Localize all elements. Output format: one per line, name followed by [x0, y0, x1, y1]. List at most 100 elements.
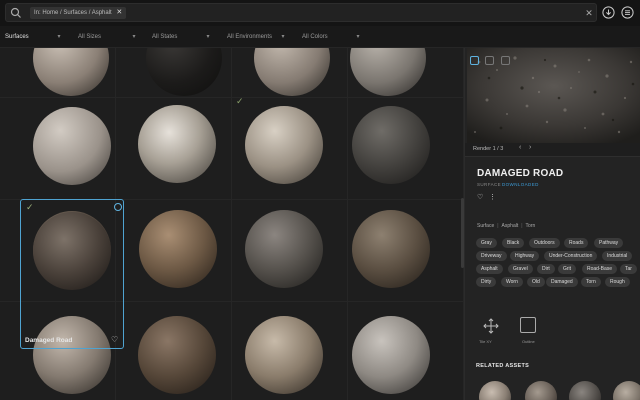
render-preview[interactable] [467, 48, 640, 143]
chevron-down-icon: ▾ [132, 34, 136, 40]
material-preview [352, 106, 430, 184]
asset-card[interactable] [348, 200, 464, 302]
tag-chip[interactable]: Rough [605, 277, 630, 287]
tag-chip[interactable]: Tar [620, 264, 637, 274]
tag-chip[interactable]: Gravel [508, 264, 533, 274]
asset-details-panel: Render 1 / 3 ‹ › DAMAGED ROAD SURFACE DO… [464, 48, 640, 400]
material-preview [245, 106, 323, 184]
tag-chip[interactable]: Worn [501, 277, 523, 287]
asset-card[interactable] [232, 302, 348, 400]
outline-square-icon[interactable] [520, 317, 536, 333]
chevron-down-icon: ▾ [206, 34, 210, 40]
material-preview [146, 48, 222, 96]
clear-search-button[interactable]: ✕ [583, 7, 595, 19]
tag-icon[interactable] [114, 203, 122, 211]
asset-title: DAMAGED ROAD [477, 168, 564, 179]
asset-card[interactable] [348, 48, 464, 98]
filter-environments-label: All Environments [227, 34, 273, 40]
asset-card[interactable]: ✓ [232, 96, 348, 200]
tag-chip[interactable]: Dirty [476, 277, 497, 287]
related-asset-thumbnail[interactable] [479, 381, 511, 400]
filter-category-label: Surfaces [5, 34, 29, 40]
search-icon [10, 7, 21, 18]
tag-chip[interactable]: Industrial [602, 251, 633, 261]
search-scope-label: In: Home / Surfaces / Asphalt [34, 10, 112, 16]
tile-label: Tile XY [479, 339, 492, 344]
filter-colors-label: All Colors [302, 34, 328, 40]
asset-card[interactable] [348, 98, 464, 200]
asset-card[interactable] [232, 48, 348, 98]
filter-bar: Surfaces ▾ All Sizes ▾ All States ▾ All … [0, 26, 640, 48]
selected-asset-card[interactable]: ✓ Damaged Road ♡ [20, 199, 124, 349]
filter-sizes[interactable]: All Sizes ▾ [78, 26, 138, 48]
downloaded-link[interactable]: DOWNLOADED [502, 182, 539, 187]
material-preview [245, 316, 323, 394]
breadcrumb-separator: | [497, 223, 499, 229]
breadcrumb-item[interactable]: Torn [526, 223, 536, 229]
render-toolbar [470, 52, 512, 65]
heart-icon[interactable]: ♡ [477, 193, 483, 201]
top-bar: In: Home / Surfaces / Asphalt ✕ ✕ [0, 0, 640, 26]
related-asset-thumbnail[interactable] [613, 381, 640, 400]
downloaded-check-icon: ✓ [236, 96, 244, 106]
tag-chip[interactable]: Driveway [476, 251, 507, 261]
download-icon[interactable] [602, 6, 615, 19]
tag-chip[interactable]: Outdoors [529, 238, 560, 248]
tag-chip[interactable]: Dirt [537, 264, 555, 274]
asset-card[interactable] [232, 200, 348, 302]
asset-card[interactable] [348, 302, 464, 400]
cube-view-icon[interactable] [500, 56, 510, 65]
sphere-view-icon[interactable] [485, 56, 495, 65]
material-preview [350, 48, 426, 96]
material-preview [138, 316, 216, 394]
search-input[interactable]: In: Home / Surfaces / Asphalt ✕ ✕ [5, 3, 597, 22]
asset-card[interactable] [0, 98, 116, 200]
image-view-icon[interactable] [470, 56, 479, 65]
tag-chip[interactable]: Highway [510, 251, 540, 261]
tag-chip[interactable]: Under-Construction [544, 251, 598, 261]
render-counter: Render 1 / 3 [473, 146, 504, 152]
material-preview [33, 212, 111, 290]
menu-icon[interactable] [621, 6, 634, 19]
tag-chip[interactable]: Old [527, 277, 545, 287]
tag-chip[interactable]: Asphalt [476, 264, 503, 274]
asset-card[interactable] [116, 98, 232, 200]
filter-states-label: All States [152, 34, 178, 40]
material-preview [33, 48, 109, 96]
asset-card[interactable] [116, 200, 232, 302]
app-window: In: Home / Surfaces / Asphalt ✕ ✕ Surfac… [0, 0, 640, 400]
asset-card[interactable] [116, 48, 232, 98]
tag-chip[interactable]: Torn [581, 277, 601, 287]
heart-icon[interactable]: ♡ [111, 335, 118, 344]
filter-states[interactable]: All States ▾ [152, 26, 212, 48]
tag-chip[interactable]: Roads [564, 238, 589, 248]
filter-environments[interactable]: All Environments ▾ [227, 26, 287, 48]
material-preview [33, 107, 111, 185]
more-options-icon[interactable]: ⋮ [489, 193, 496, 201]
asset-card[interactable] [0, 48, 116, 98]
chip-remove-icon[interactable]: ✕ [116, 7, 122, 19]
related-asset-thumbnail[interactable] [525, 381, 557, 400]
asset-card[interactable] [116, 302, 232, 400]
move-arrows-icon[interactable] [483, 318, 499, 334]
filter-category[interactable]: Surfaces ▾ [5, 26, 63, 48]
tag-chip[interactable]: Pathway [594, 238, 624, 248]
related-asset-thumbnail[interactable] [569, 381, 601, 400]
chevron-left-icon[interactable]: ‹ [519, 144, 521, 151]
tag-chip[interactable]: Damaged [546, 277, 578, 287]
tag-chip[interactable]: Grit [558, 264, 577, 274]
filter-sizes-label: All Sizes [78, 34, 102, 40]
breadcrumb-separator: | [521, 223, 523, 229]
breadcrumb-item[interactable]: Surface [477, 223, 494, 229]
material-preview [254, 48, 330, 96]
filter-colors[interactable]: All Colors ▾ [302, 26, 362, 48]
chevron-down-icon: ▾ [356, 34, 360, 40]
breadcrumb-item[interactable]: Asphalt [502, 223, 519, 229]
related-assets-heading: RELATED ASSETS [476, 363, 530, 369]
tag-chip[interactable]: Road-Base [582, 264, 618, 274]
tag-chip[interactable]: Gray [476, 238, 497, 248]
chevron-right-icon[interactable]: › [529, 144, 531, 151]
search-scope-chip: In: Home / Surfaces / Asphalt ✕ [30, 7, 127, 19]
tag-chip[interactable]: Black [502, 238, 525, 248]
breadcrumb: Surface | Asphalt | Torn [477, 223, 535, 229]
